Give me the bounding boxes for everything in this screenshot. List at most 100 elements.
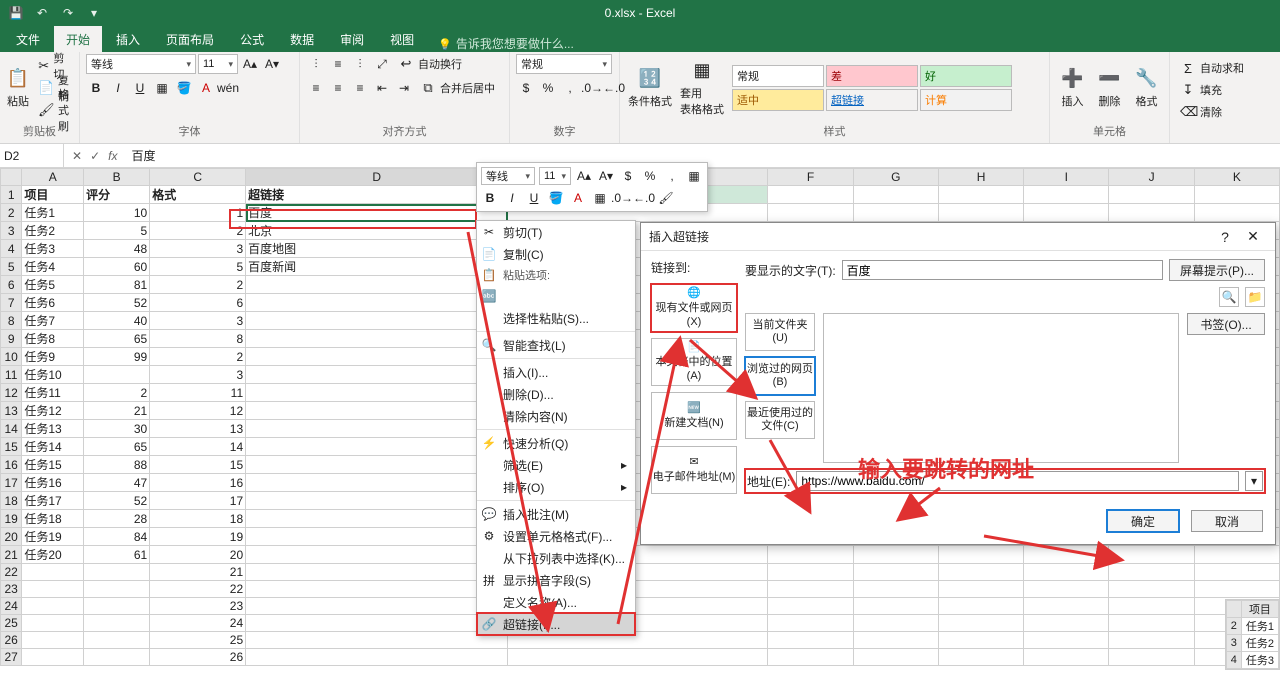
- cell[interactable]: [84, 632, 150, 649]
- dialog-title-bar[interactable]: 插入超链接 ? ✕: [641, 223, 1275, 251]
- menu-paste-values[interactable]: 🔤: [477, 285, 635, 307]
- style-good[interactable]: 好: [920, 65, 1012, 87]
- cell[interactable]: [246, 474, 508, 492]
- cell[interactable]: 22: [150, 581, 246, 598]
- cell[interactable]: 2: [150, 348, 246, 366]
- cell[interactable]: 20: [150, 546, 246, 564]
- cell[interactable]: 格式: [150, 186, 246, 204]
- cell[interactable]: 任务18: [22, 510, 84, 528]
- cell[interactable]: 14: [150, 438, 246, 456]
- row-header[interactable]: 11: [1, 366, 22, 384]
- row-header[interactable]: 27: [1, 649, 22, 666]
- cell[interactable]: [22, 581, 84, 598]
- cell[interactable]: 10: [84, 204, 150, 222]
- row-header[interactable]: 3: [1, 222, 22, 240]
- row-header[interactable]: 4: [1, 240, 22, 258]
- cell[interactable]: [853, 598, 938, 615]
- row-header[interactable]: 19: [1, 510, 22, 528]
- linkto-create-new[interactable]: 🆕新建文档(N): [651, 392, 737, 440]
- undo-icon[interactable]: ↶: [32, 3, 52, 23]
- col-header-H[interactable]: H: [938, 169, 1023, 186]
- insert-cells-button[interactable]: ➕插入: [1056, 55, 1089, 121]
- cell[interactable]: [246, 330, 508, 348]
- cell[interactable]: [84, 649, 150, 666]
- cell[interactable]: [853, 632, 938, 649]
- tab-review[interactable]: 审阅: [328, 26, 376, 52]
- cell-styles-gallery[interactable]: 常规 差 好 适中 超链接 计算: [730, 63, 1014, 113]
- format-cells-button[interactable]: 🔧格式: [1130, 55, 1163, 121]
- cell[interactable]: [246, 402, 508, 420]
- cell[interactable]: 19: [150, 528, 246, 546]
- cell[interactable]: [246, 632, 508, 649]
- cell[interactable]: [853, 581, 938, 598]
- cell[interactable]: 任务14: [22, 438, 84, 456]
- cell[interactable]: [1109, 598, 1194, 615]
- ok-button[interactable]: 确定: [1107, 510, 1179, 532]
- row-header[interactable]: 14: [1, 420, 22, 438]
- cell[interactable]: 47: [84, 474, 150, 492]
- format-painter-button[interactable]: 🖌格式刷: [34, 100, 73, 120]
- delete-cells-button[interactable]: ➖删除: [1093, 55, 1126, 121]
- style-neutral[interactable]: 适中: [732, 89, 824, 111]
- cell[interactable]: [1024, 615, 1109, 632]
- cell[interactable]: 11: [150, 384, 246, 402]
- border-icon[interactable]: ▦: [152, 78, 172, 98]
- cell[interactable]: [22, 615, 84, 632]
- col-header-K[interactable]: K: [1194, 169, 1279, 186]
- cell[interactable]: [938, 598, 1023, 615]
- col-header-C[interactable]: C: [150, 169, 246, 186]
- style-calculation[interactable]: 计算: [920, 89, 1012, 111]
- cell[interactable]: [246, 546, 508, 564]
- cell[interactable]: [768, 632, 853, 649]
- redo-icon[interactable]: ↷: [58, 3, 78, 23]
- cell[interactable]: [84, 366, 150, 384]
- phonetic-icon[interactable]: wén: [218, 78, 238, 98]
- tab-page-layout[interactable]: 页面布局: [154, 26, 226, 52]
- cell[interactable]: 60: [84, 258, 150, 276]
- cell[interactable]: 16: [150, 474, 246, 492]
- cell[interactable]: 任务11: [22, 384, 84, 402]
- cell[interactable]: [246, 384, 508, 402]
- cell[interactable]: 88: [84, 456, 150, 474]
- cell[interactable]: [768, 581, 853, 598]
- cell[interactable]: [938, 632, 1023, 649]
- cell[interactable]: 任务15: [22, 456, 84, 474]
- browse-web-icon[interactable]: 🔍: [1219, 287, 1239, 307]
- cell[interactable]: [853, 615, 938, 632]
- cell[interactable]: 23: [150, 598, 246, 615]
- address-input[interactable]: [796, 471, 1239, 491]
- cell[interactable]: [246, 564, 508, 581]
- mini-decrease-font-icon[interactable]: A▾: [597, 167, 615, 185]
- row-header[interactable]: 5: [1, 258, 22, 276]
- cell[interactable]: [853, 204, 938, 222]
- cell[interactable]: [84, 581, 150, 598]
- linkto-existing-file[interactable]: 🌐现有文件或网页(X): [651, 284, 737, 332]
- row-header[interactable]: 12: [1, 384, 22, 402]
- cell[interactable]: 任务5: [22, 276, 84, 294]
- italic-icon[interactable]: I: [108, 78, 128, 98]
- cell[interactable]: 17: [150, 492, 246, 510]
- close-icon[interactable]: ✕: [1239, 228, 1267, 245]
- row-header[interactable]: 17: [1, 474, 22, 492]
- menu-copy[interactable]: 📄复制(C): [477, 243, 635, 265]
- cell[interactable]: 3: [150, 366, 246, 384]
- menu-sort[interactable]: 排序(O)▸: [477, 476, 635, 498]
- autosum-button[interactable]: Σ自动求和: [1176, 58, 1248, 78]
- percent-icon[interactable]: %: [538, 78, 558, 98]
- row-header[interactable]: 25: [1, 615, 22, 632]
- menu-clear[interactable]: 清除内容(N): [477, 405, 635, 427]
- cell[interactable]: [938, 564, 1023, 581]
- cell[interactable]: [1194, 204, 1279, 222]
- cell[interactable]: 25: [150, 632, 246, 649]
- format-as-table-button[interactable]: ▦套用 表格格式: [678, 55, 726, 121]
- row-header[interactable]: 22: [1, 564, 22, 581]
- cell[interactable]: [1109, 649, 1194, 666]
- mini-increase-font-icon[interactable]: A▴: [575, 167, 593, 185]
- cell[interactable]: [1024, 598, 1109, 615]
- style-bad[interactable]: 差: [826, 65, 918, 87]
- cell[interactable]: 52: [84, 492, 150, 510]
- comma-icon[interactable]: ,: [560, 78, 580, 98]
- conditional-formatting-button[interactable]: 🔢条件格式: [626, 55, 674, 121]
- cell[interactable]: 3: [150, 312, 246, 330]
- mini-inc-dec-icon[interactable]: .0→: [613, 189, 631, 207]
